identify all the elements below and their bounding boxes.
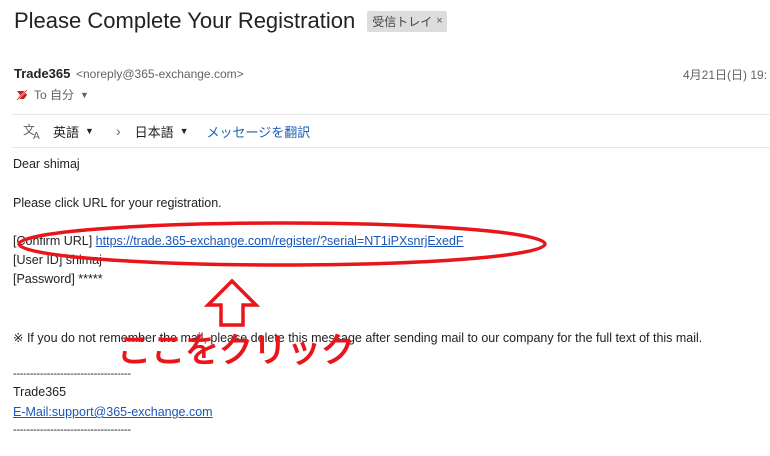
svg-text:A: A xyxy=(33,131,40,140)
user-id-line: [User ID] shimaj xyxy=(13,253,102,267)
translate-icon: 文 A xyxy=(23,122,43,140)
email-subject: Please Complete Your Registration xyxy=(14,8,356,33)
dropdown-arrow-icon: ▼ xyxy=(85,126,94,136)
sender-name[interactable]: Trade365 xyxy=(14,66,70,81)
target-language-label: 日本語 xyxy=(134,124,174,140)
body-note: ※ If you do not remember the mail, pleas… xyxy=(13,331,703,345)
body-greeting: Dear shimaj xyxy=(13,157,80,171)
signature-email-link[interactable]: E-Mail:support@365-exchange.com xyxy=(13,405,213,419)
label-important-icon xyxy=(16,88,28,101)
recipient-row[interactable]: To 自分 ▼ xyxy=(16,86,89,103)
annotation-arrow-up xyxy=(203,278,261,327)
recipient-label: To 自分 xyxy=(34,88,75,102)
email-date: 4月21日(日) 19: xyxy=(683,68,768,82)
target-language-select[interactable]: 日本語 ▼ xyxy=(135,122,189,141)
subject-row: Please Complete Your Registration 受信トレイ … xyxy=(14,8,447,34)
translate-bar: 文 A 英語 ▼ › 日本語 ▼ メッセージを翻訳 xyxy=(12,114,770,148)
body-intro: Please click URL for your registration. xyxy=(13,196,222,210)
sender-row: Trade365 <noreply@365-exchange.com> xyxy=(14,66,244,81)
confirm-url-line: [Confirm URL] https://trade.365-exchange… xyxy=(13,234,464,248)
chevron-right-icon: › xyxy=(115,123,121,139)
password-line: [Password] ***** xyxy=(13,272,103,286)
dropdown-arrow-icon: ▼ xyxy=(179,126,189,136)
recipient-details-dropdown-icon[interactable]: ▼ xyxy=(80,90,89,100)
signature-divider-top: ----------------------------------- xyxy=(13,368,131,380)
inbox-label-text: 受信トレイ xyxy=(372,14,433,29)
source-language-label: 英語 xyxy=(53,124,80,140)
remove-label-button[interactable]: × xyxy=(436,15,442,27)
confirm-url-label: [Confirm URL] xyxy=(13,234,93,248)
translate-message-link[interactable]: メッセージを翻訳 xyxy=(207,122,311,141)
sender-email: <noreply@365-exchange.com> xyxy=(76,67,244,81)
inbox-label-chip[interactable]: 受信トレイ × xyxy=(367,10,447,32)
source-language-select[interactable]: 英語 ▼ xyxy=(53,122,94,141)
signature-name: Trade365 xyxy=(13,385,67,399)
confirm-url-link[interactable]: https://trade.365-exchange.com/register/… xyxy=(96,234,464,248)
signature-divider-bottom: ----------------------------------- xyxy=(13,424,131,436)
